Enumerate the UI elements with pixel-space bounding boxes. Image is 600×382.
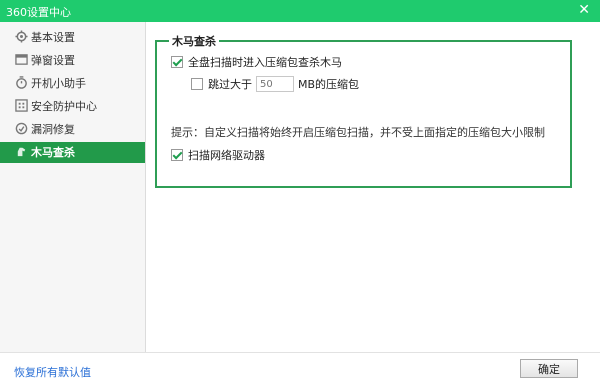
close-icon[interactable]: ✕ (578, 2, 590, 18)
scan-archives-label: 全盘扫描时进入压缩包查杀木马 (188, 56, 342, 69)
ok-button[interactable]: 确定 (520, 359, 578, 378)
sidebar-item-startup-assistant[interactable]: 开机小助手 (0, 73, 145, 94)
scan-network-label: 扫描网络驱动器 (188, 149, 265, 162)
scan-archives-checkbox[interactable] (171, 56, 183, 68)
sidebar-item-label: 弹窗设置 (31, 54, 75, 67)
sidebar-item-vulnerability-fix[interactable]: 漏洞修复 (0, 119, 145, 140)
sidebar-item-trojan-scan[interactable]: 木马查杀 (0, 142, 145, 163)
skip-larger-checkbox[interactable] (191, 78, 203, 90)
settings-panel: 木马查杀 全盘扫描时进入压缩包查杀木马 跳过大于 MB的压缩包 提示：自定义扫描… (147, 22, 600, 352)
startup-timer-icon (16, 76, 27, 89)
repair-icon (15, 122, 28, 135)
sidebar-item-label: 基本设置 (31, 31, 75, 44)
footer-bar: 恢复所有默认值 确定 (0, 352, 600, 382)
archive-size-input[interactable] (256, 76, 294, 92)
skip-larger-label: 跳过大于 (208, 78, 252, 91)
scan-archives-option[interactable]: 全盘扫描时进入压缩包查杀木马 (171, 54, 342, 70)
popup-window-icon (15, 54, 28, 65)
size-unit-label: MB的压缩包 (298, 78, 360, 91)
sidebar-item-security-center[interactable]: 安全防护中心 (0, 96, 145, 117)
sidebar-item-basic-settings[interactable]: 基本设置 (0, 27, 145, 48)
trojan-horse-icon (17, 147, 26, 157)
window-title: 360设置中心 (6, 6, 71, 19)
sidebar-item-label: 安全防护中心 (31, 100, 97, 113)
sidebar: 基本设置 弹窗设置 开机小助手 安全防护中心 漏洞修复 木马查杀 (0, 22, 146, 352)
sidebar-item-label: 木马查杀 (31, 146, 75, 159)
shield-grid-icon (15, 99, 28, 112)
group-title: 木马查杀 (169, 33, 219, 49)
sidebar-item-label: 开机小助手 (31, 77, 86, 90)
scan-network-option[interactable]: 扫描网络驱动器 (171, 147, 265, 163)
gear-icon (15, 30, 28, 43)
restore-defaults-link[interactable]: 恢复所有默认值 (14, 364, 91, 380)
sidebar-item-popup-settings[interactable]: 弹窗设置 (0, 50, 145, 71)
scan-network-checkbox[interactable] (171, 149, 183, 161)
hint-text: 提示：自定义扫描将始终开启压缩包扫描，并不受上面指定的压缩包大小限制 (171, 126, 545, 139)
title-bar: 360设置中心 ✕ (0, 0, 600, 22)
sidebar-item-label: 漏洞修复 (31, 123, 75, 136)
skip-larger-option: 跳过大于 MB的压缩包 (191, 76, 359, 92)
trojan-scan-group: 木马查杀 全盘扫描时进入压缩包查杀木马 跳过大于 MB的压缩包 提示：自定义扫描… (155, 33, 572, 188)
